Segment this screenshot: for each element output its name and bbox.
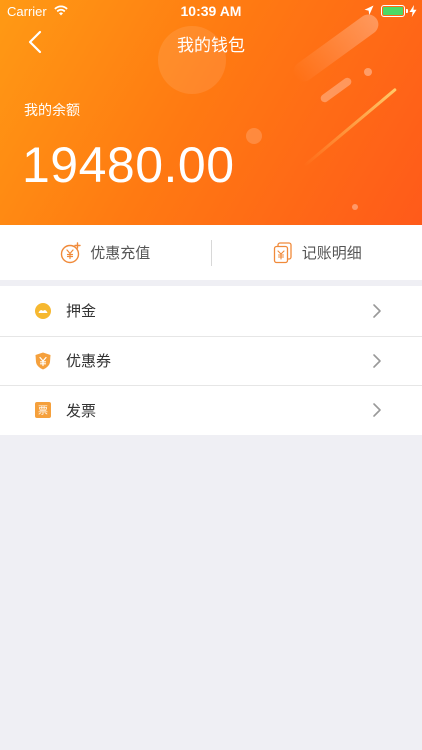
chevron-right-icon [373, 403, 381, 418]
page-title: 我的钱包 [177, 36, 245, 56]
decoration-streak [303, 87, 397, 168]
menu-label: 押金 [66, 302, 97, 321]
coupon-shield-icon [35, 352, 51, 370]
balance-amount: 19480.00 [22, 137, 235, 193]
chevron-right-icon [373, 353, 381, 368]
recharge-label: 优惠充值 [90, 244, 151, 262]
menu-item-invoice[interactable]: 票 发票 [0, 385, 422, 435]
menu-label: 发票 [66, 401, 97, 420]
decoration-dot [352, 204, 358, 210]
menu-list: 押金 优惠券 票 发票 [0, 286, 422, 435]
menu-item-deposit[interactable]: 押金 [0, 286, 422, 336]
deposit-icon [35, 302, 51, 319]
decoration-dot [364, 68, 372, 76]
billing-details-label: 记账明细 [301, 244, 362, 262]
recharge-button[interactable]: 优惠充值 [0, 225, 211, 280]
decoration-circle [246, 128, 262, 144]
decoration-streak [319, 76, 353, 104]
battery-icon [381, 5, 408, 17]
chevron-right-icon [373, 303, 381, 318]
invoice-icon: 票 [35, 402, 51, 419]
menu-item-coupons[interactable]: 优惠券 [0, 335, 422, 386]
yen-receipt-icon [273, 241, 292, 263]
action-row: 优惠充值 记账明细 [0, 225, 422, 280]
status-time: 10:39 AM [180, 3, 242, 19]
invoice-icon-text: 票 [38, 405, 48, 417]
billing-details-button[interactable]: 记账明细 [212, 225, 422, 280]
status-bar: Carrier 10:39 AM [0, 0, 422, 22]
yen-coin-plus-icon [61, 241, 81, 263]
location-arrow-icon [364, 5, 374, 15]
charging-bolt-icon [409, 5, 417, 17]
wallet-header: Carrier 10:39 AM 我的钱包 我的余额 19480.00 [0, 0, 422, 225]
balance-label: 我的余额 [24, 103, 80, 119]
menu-label: 优惠券 [66, 352, 112, 371]
